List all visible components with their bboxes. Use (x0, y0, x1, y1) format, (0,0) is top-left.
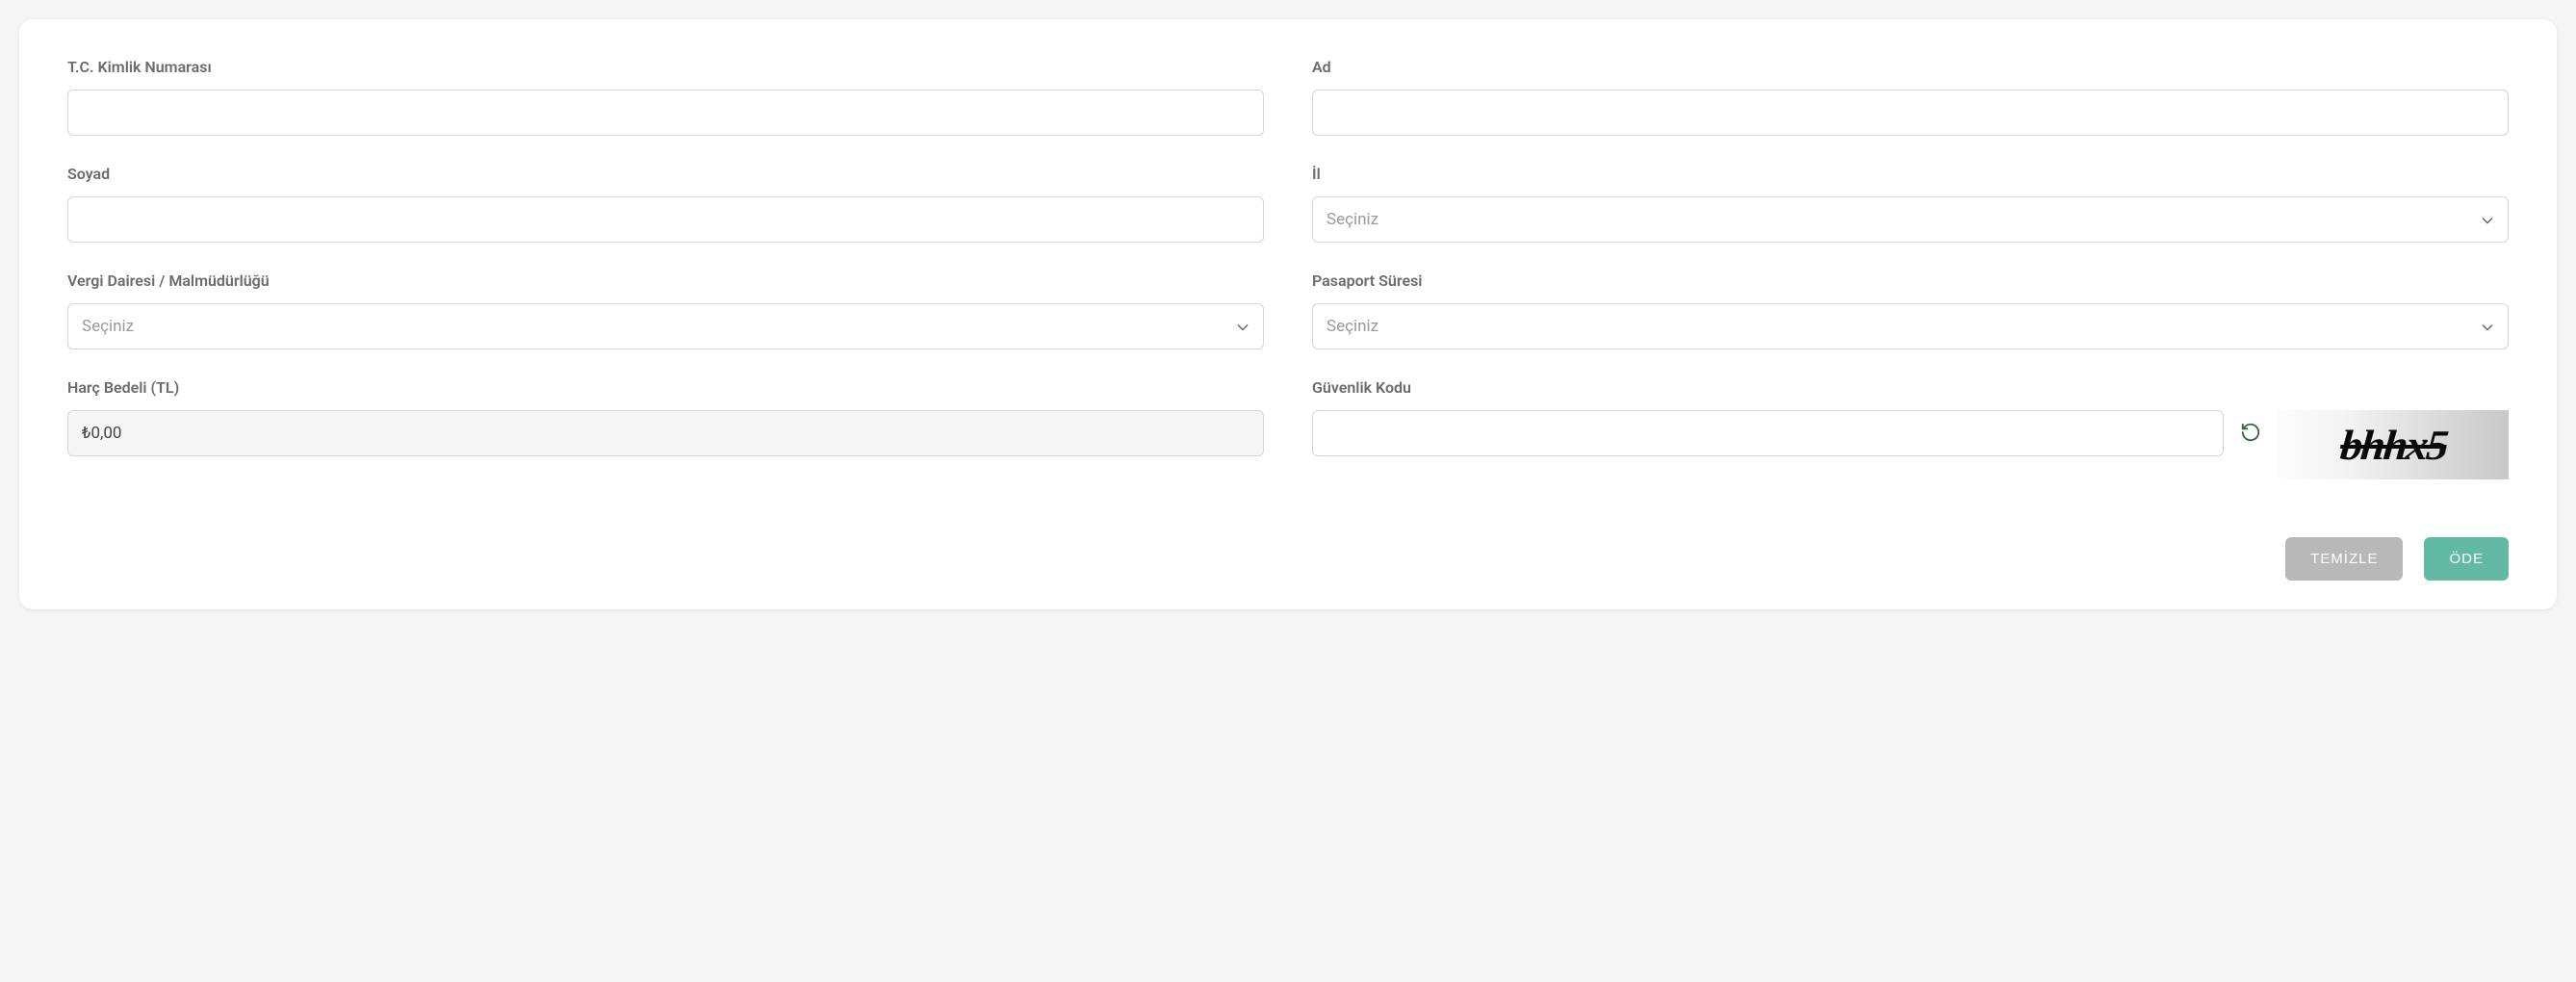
refresh-icon (2240, 422, 2261, 446)
pay-button[interactable]: ÖDE (2424, 537, 2509, 581)
form-card: T.C. Kimlik Numarası Ad Soyad İl Seçiniz (19, 19, 2557, 609)
input-soyad[interactable] (67, 196, 1264, 243)
select-il-placeholder: Seçiniz (1327, 210, 1378, 229)
field-ad: Ad (1312, 58, 2509, 136)
captcha-refresh-button[interactable] (2237, 410, 2264, 456)
label-tc-kimlik: T.C. Kimlik Numarası (67, 58, 1264, 76)
select-il[interactable]: Seçiniz (1312, 196, 2509, 243)
readonly-harc-bedeli: ₺0,00 (67, 410, 1264, 456)
input-ad[interactable] (1312, 90, 2509, 136)
select-vergi-dairesi-placeholder: Seçiniz (82, 317, 134, 336)
field-soyad: Soyad (67, 165, 1264, 243)
field-pasaport-suresi: Pasaport Süresi Seçiniz (1312, 271, 2509, 349)
input-guvenlik-kodu[interactable] (1312, 410, 2224, 456)
captcha-image: bhhx5 (2278, 410, 2509, 479)
form-grid: T.C. Kimlik Numarası Ad Soyad İl Seçiniz (67, 58, 2509, 479)
button-row: TEMİZLE ÖDE (67, 537, 2509, 581)
field-guvenlik-kodu: Güvenlik Kodu bhhx5 (1312, 378, 2509, 479)
label-vergi-dairesi: Vergi Dairesi / Malmüdürlüğü (67, 271, 1264, 290)
label-pasaport-suresi: Pasaport Süresi (1312, 271, 2509, 290)
value-harc-bedeli: ₺0,00 (82, 424, 121, 443)
field-vergi-dairesi: Vergi Dairesi / Malmüdürlüğü Seçiniz (67, 271, 1264, 349)
label-harc-bedeli: Harç Bedeli (TL) (67, 378, 1264, 397)
clear-button[interactable]: TEMİZLE (2285, 537, 2403, 581)
label-soyad: Soyad (67, 165, 1264, 183)
label-ad: Ad (1312, 58, 2509, 76)
select-pasaport-suresi[interactable]: Seçiniz (1312, 303, 2509, 349)
label-guvenlik-kodu: Güvenlik Kodu (1312, 378, 2509, 397)
field-harc-bedeli: Harç Bedeli (TL) ₺0,00 (67, 378, 1264, 479)
field-il: İl Seçiniz (1312, 165, 2509, 243)
select-pasaport-suresi-placeholder: Seçiniz (1327, 317, 1378, 336)
captcha-text: bhhx5 (2338, 421, 2449, 470)
label-il: İl (1312, 165, 2509, 183)
input-tc-kimlik[interactable] (67, 90, 1264, 136)
select-vergi-dairesi[interactable]: Seçiniz (67, 303, 1264, 349)
field-tc-kimlik: T.C. Kimlik Numarası (67, 58, 1264, 136)
